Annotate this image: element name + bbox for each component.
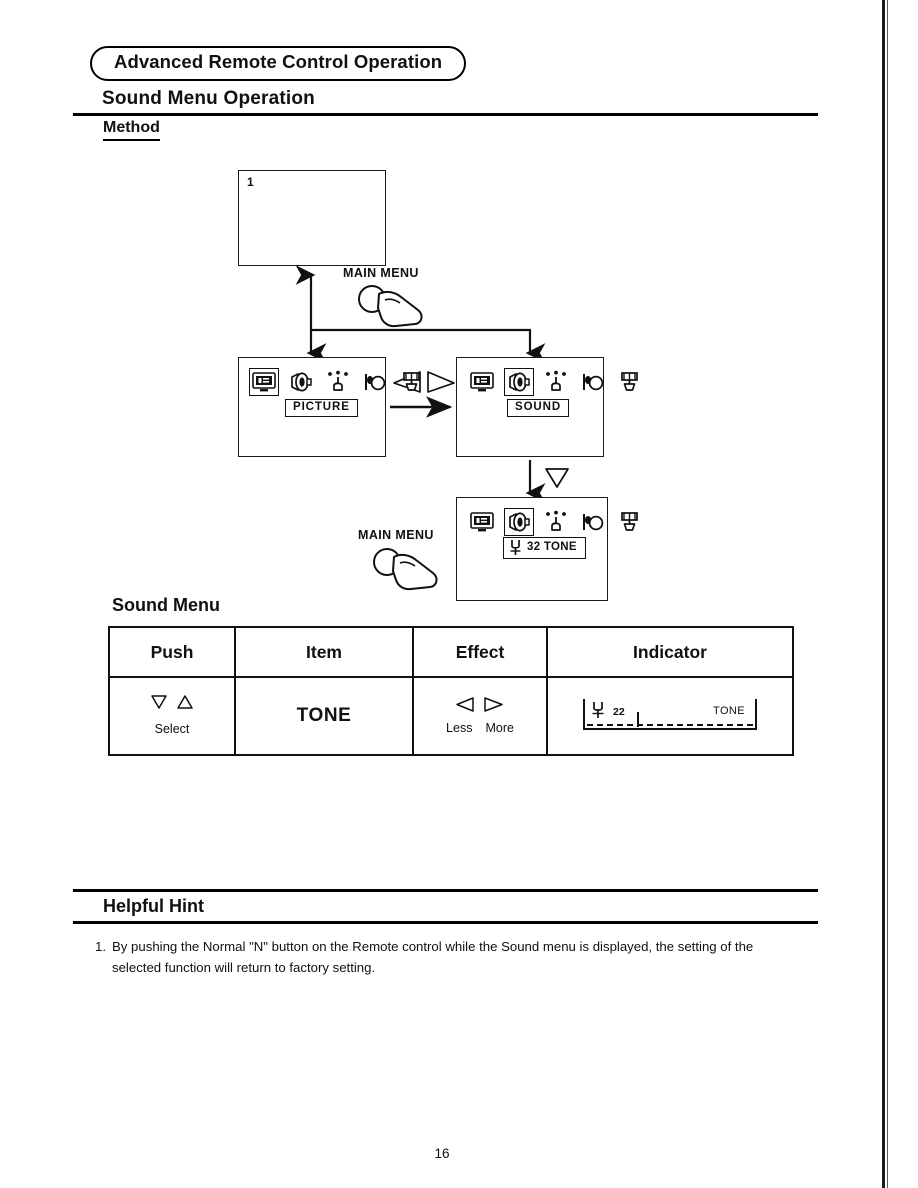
leftright-button-glyphs [449,696,511,716]
tone-indicator-bar: 22 TONE [583,699,757,733]
cell-indicator: 22 TONE [546,676,794,756]
hand-press-icon-bottom [373,548,438,591]
table-header-row: Push Item Effect Indicator [108,626,794,678]
tv-screen-picture-menu: PICTURE [238,357,420,457]
column-header-item: Item [234,626,414,678]
effect-labels: Less More [415,720,545,737]
timer-clock-icon[interactable] [580,510,606,534]
hint-item-number: 1. [95,939,106,954]
table-row: Select TONE Less More 22 TONE [108,676,794,756]
timer-clock-icon[interactable] [362,370,388,394]
menu-icon-row-tone [457,498,638,537]
cell-push: Select [108,676,236,756]
picture-monitor-icon[interactable] [469,510,495,534]
tv-screen-tone-adjust: 32 TONE [456,497,638,601]
hint-item-text: By pushing the Normal "N" button on the … [112,939,754,976]
method-flow-diagram: 1 MAIN MENU PICTURE SOUND MAIN MENU 32 T… [0,0,918,640]
cell-effect: Less More [412,676,548,756]
menu-label-tone-text: 32 TONE [527,540,577,553]
cell-item: TONE [234,676,414,756]
timer-clock-icon[interactable] [580,370,606,394]
sound-speaker-icon[interactable] [288,370,314,394]
setup-icon[interactable] [617,370,643,394]
sound-speaker-icon[interactable] [503,367,535,397]
picture-monitor-icon[interactable] [248,367,280,397]
setup-icon[interactable] [617,510,643,534]
column-header-indicator: Indicator [546,626,794,678]
tv-screen-sound-menu: SOUND [456,357,638,457]
indicator-right-edge [755,699,757,729]
effect-less-label: Less [446,720,473,735]
hint-item: 1. By pushing the Normal "N" button on t… [95,936,795,978]
table-title: Sound Menu [112,595,220,615]
column-header-push: Push [108,626,236,678]
indicator-scale-dashes [587,724,753,726]
indicator-value: 22 [613,706,625,718]
tuning-fork-icon [510,540,521,555]
indicator-left-edge [583,699,585,729]
tuner-antenna-icon[interactable] [543,370,569,394]
main-menu-label-bottom: MAIN MENU [358,528,434,542]
updown-button-glyphs [111,694,233,717]
effect-more-label: More [485,720,514,735]
hint-rule-top [73,889,818,892]
hint-rule-bottom [73,921,818,924]
sound-speaker-icon[interactable] [503,507,535,537]
hand-press-icon-top [358,285,423,328]
tuner-antenna-icon[interactable] [325,370,351,394]
main-menu-label-top: MAIN MENU [343,266,419,280]
menu-icon-row-sound [457,358,638,397]
document-page: Advanced Remote Control Operation Sound … [0,0,918,1188]
setup-icon[interactable] [399,370,425,394]
push-action-label: Select [154,721,190,736]
sound-menu-table: Push Item Effect Indicator Select TONE L… [108,626,794,756]
indicator-baseline [583,728,757,730]
menu-icon-row-picture [239,358,420,397]
indicator-label: TONE [713,705,745,717]
menu-label-tone: 32 TONE [503,537,586,559]
indicator-knob [637,712,639,727]
column-header-effect: Effect [412,626,548,678]
hint-title: Helpful Hint [103,896,204,916]
menu-label-sound: SOUND [507,399,570,418]
tuner-antenna-icon[interactable] [543,510,569,534]
down-button-glyph [545,468,569,488]
page-number: 16 [434,1146,450,1161]
menu-label-picture: PICTURE [285,399,358,418]
picture-monitor-icon[interactable] [469,370,495,394]
tuning-fork-icon [592,702,604,718]
